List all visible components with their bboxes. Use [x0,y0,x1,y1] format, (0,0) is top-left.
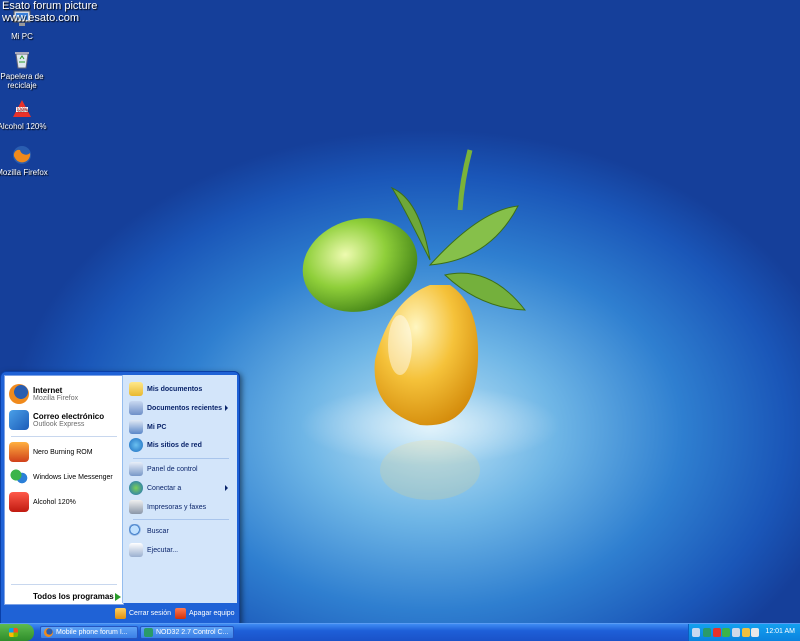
windows-logo-icon [9,628,18,637]
taskbar-button-nod32[interactable]: NOD32 2.7 Control C... [140,626,234,639]
places-label: Mis sitios de red [147,441,202,449]
printer-icon [129,500,143,514]
pinned-title: Correo electrónico [33,411,105,421]
taskbar-button-label: NOD32 2.7 Control C... [156,629,229,636]
start-menu-divider [133,458,229,459]
all-programs-button[interactable]: Todos los programas [33,592,114,601]
places-label: Mis documentos [147,385,203,393]
start-menu-footer: Cerrar sesión Apagar equipo [1,604,239,624]
logoff-button[interactable]: Cerrar sesión [115,608,171,619]
run-icon [129,543,143,557]
watermark: Esato forum picture www.esato.com [2,0,97,24]
tray-messenger-icon[interactable] [722,628,730,637]
places-recent-documents[interactable]: Documentos recientes [129,400,233,416]
recent-label: Nero Burning ROM [33,448,93,456]
taskbar-button-firefox[interactable]: Mobile phone forum I... [40,626,138,639]
desktop-icon-firefox[interactable]: Mozilla Firefox [0,144,50,177]
places-my-computer[interactable]: Mi PC [129,419,166,435]
desktop-icon-label: Papelera de reciclaje [0,72,44,90]
tray-alcohol-icon[interactable] [713,628,721,637]
taskbar: Mobile phone forum I... NOD32 2.7 Contro… [0,623,800,641]
logoff-label: Cerrar sesión [129,610,172,617]
nero-icon [9,442,29,462]
desktop-icon-alcohol[interactable]: 120% Alcohol 120% [0,98,50,131]
submenu-arrow-icon [225,485,228,491]
places-my-documents[interactable]: Mis documentos [129,381,202,397]
start-button[interactable] [0,624,34,641]
messenger-icon [9,467,29,487]
firefox-icon [44,628,53,637]
firefox-icon [9,384,29,404]
outlook-icon [9,410,29,430]
pinned-title: Internet [33,385,63,395]
recent-nero[interactable]: Nero Burning ROM [9,440,93,464]
recycle-bin-icon [15,52,29,69]
taskbar-button-label: Mobile phone forum I... [56,629,128,636]
folder-icon [129,382,143,396]
places-search[interactable]: Buscar [129,523,169,539]
pinned-subtitle: Mozilla Firefox [33,394,79,402]
start-menu-left-pane: Internet Mozilla Firefox Correo electróni… [4,375,124,605]
tray-network-icon[interactable] [692,628,700,637]
places-label: Documentos recientes [147,404,223,412]
start-menu-divider [11,584,117,585]
logoff-icon [115,608,126,619]
shutdown-button[interactable]: Apagar equipo [175,608,235,619]
pinned-subtitle: Outlook Express [33,420,85,428]
watermark-line2: www.esato.com [2,12,80,24]
desktop-icon-label: Mozilla Firefox [0,168,48,177]
tray-nod32-icon[interactable] [703,628,711,637]
taskbar-clock[interactable]: 12:01 AM [765,628,795,635]
places-printers[interactable]: Impresoras y faxes [129,499,206,515]
places-connect-to[interactable]: Conectar a [129,480,233,496]
all-programs-arrow-icon [115,593,121,601]
desktop-icon-label: Mi PC [11,32,33,41]
places-label: Impresoras y faxes [147,503,207,511]
alcohol-icon: 120% [13,100,31,117]
desktop-icon-label: Alcohol 120% [0,122,47,131]
computer-icon [129,420,143,434]
wallpaper-lemons-image [300,149,560,500]
places-control-panel[interactable]: Panel de control [129,461,198,477]
alcohol-icon [9,492,29,512]
search-icon [129,524,143,538]
recent-label: Windows Live Messenger [33,473,113,481]
places-network[interactable]: Mis sitios de red [129,437,202,453]
places-label: Ejecutar... [147,546,179,554]
desktop-icon-recycle-bin[interactable]: Papelera de reciclaje [0,48,50,90]
start-menu-right-pane: Mis documentos Documentos recientes Mi P… [122,375,237,603]
recent-alcohol[interactable]: Alcohol 120% [9,490,76,514]
places-label: Buscar [147,527,169,535]
pinned-internet[interactable]: Internet Mozilla Firefox [9,382,78,406]
places-label: Mi PC [147,423,167,431]
tray-app-icon[interactable] [751,628,759,637]
submenu-arrow-icon [225,405,228,411]
firefox-icon [13,146,31,164]
control-panel-icon [129,462,143,476]
places-label: Conectar a [147,484,182,492]
pinned-email[interactable]: Correo electrónico Outlook Express [9,408,104,432]
connect-icon [129,481,143,495]
shutdown-label: Apagar equipo [189,610,235,617]
recent-messenger[interactable]: Windows Live Messenger [9,465,113,489]
start-menu-divider [133,519,229,520]
start-menu: Internet Mozilla Firefox Correo electróni… [0,371,240,625]
start-menu-divider [11,436,117,437]
svg-text:120%: 120% [16,107,28,112]
places-label: Panel de control [147,465,198,473]
tray-security-icon[interactable] [742,628,750,637]
system-tray: 12:01 AM [688,624,800,641]
watermark-line1: Esato forum picture [2,0,98,12]
recent-label: Alcohol 120% [33,498,76,506]
power-icon [175,608,186,619]
recent-docs-icon [129,401,143,415]
places-run[interactable]: Ejecutar... [129,542,178,558]
network-icon [129,438,143,452]
nod32-icon [144,628,153,637]
tray-volume-icon[interactable] [732,628,740,637]
